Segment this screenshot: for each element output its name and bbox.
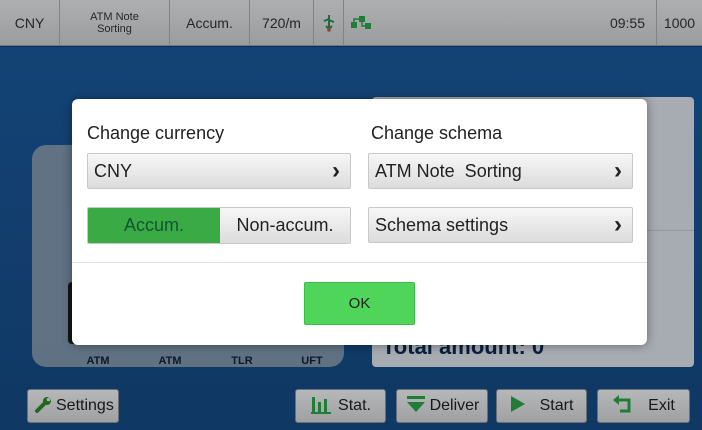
non-accum-option[interactable]: Non-accum. <box>220 208 350 243</box>
schema-selector[interactable]: ATM Note Sorting › <box>368 153 633 189</box>
accumulation-toggle: Accum. Non-accum. <box>87 207 351 244</box>
dialog-divider <box>72 262 647 263</box>
schema-settings-label: Schema settings <box>375 214 509 235</box>
chevron-right-icon: › <box>332 157 340 184</box>
ok-button[interactable]: OK <box>304 282 415 325</box>
change-currency-label: Change currency <box>87 123 225 143</box>
currency-selector[interactable]: CNY › <box>87 153 351 189</box>
chevron-right-icon: › <box>614 157 622 184</box>
change-schema-label: Change schema <box>371 123 503 143</box>
schema-value: ATM Note Sorting <box>375 160 522 181</box>
schema-settings-button[interactable]: Schema settings › <box>368 207 633 243</box>
chevron-right-icon: › <box>614 211 622 238</box>
accum-option[interactable]: Accum. <box>88 208 220 243</box>
currency-value: CNY <box>94 160 133 181</box>
